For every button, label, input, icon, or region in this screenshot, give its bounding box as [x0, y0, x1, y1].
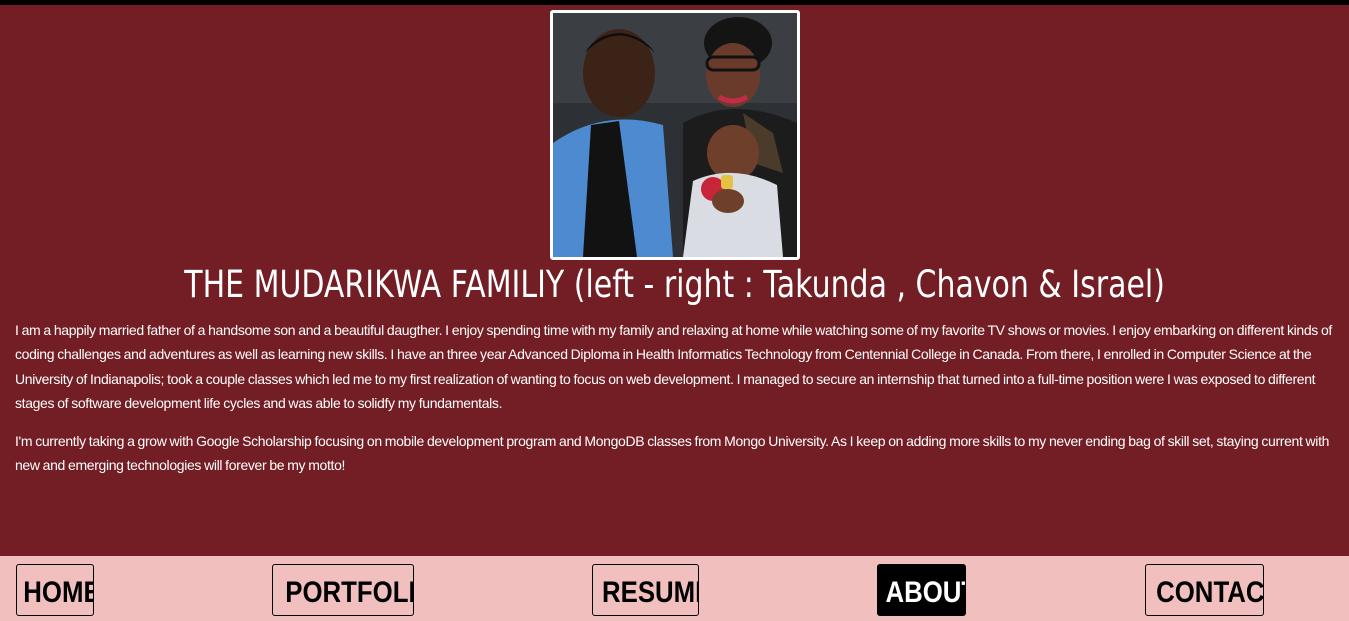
- nav-home-label: HOME: [23, 576, 94, 609]
- nav-portfolio-button[interactable]: PORTFOLIO: [272, 564, 414, 616]
- nav-portfolio-label: PORTFOLIO: [285, 576, 413, 609]
- nav-resume-label: RESUME: [601, 576, 698, 609]
- about-bio: I am a happily married father of a hands…: [15, 318, 1335, 492]
- top-border: [0, 0, 1349, 5]
- nav-contact-label: CONTACT: [1156, 576, 1264, 609]
- bottom-navigation: HOME PORTFOLIO RESUME ABOUT CONTACT: [0, 556, 1349, 621]
- family-photo: [550, 10, 800, 260]
- nav-contact-button[interactable]: CONTACT: [1145, 564, 1264, 616]
- family-photo-illustration: [553, 13, 797, 257]
- bio-paragraph-2: I'm currently taking a grow with Google …: [15, 433, 1330, 474]
- bio-paragraph-1: I am a happily married father of a hands…: [15, 322, 1332, 411]
- nav-home-button[interactable]: HOME: [16, 564, 94, 616]
- nav-about-label: ABOUT: [885, 576, 965, 609]
- nav-about-button[interactable]: ABOUT: [877, 564, 966, 616]
- nav-resume-button[interactable]: RESUME: [592, 564, 699, 616]
- photo-caption: THE MUDARIKWA FAMILIY (left - right : Ta…: [184, 263, 1165, 306]
